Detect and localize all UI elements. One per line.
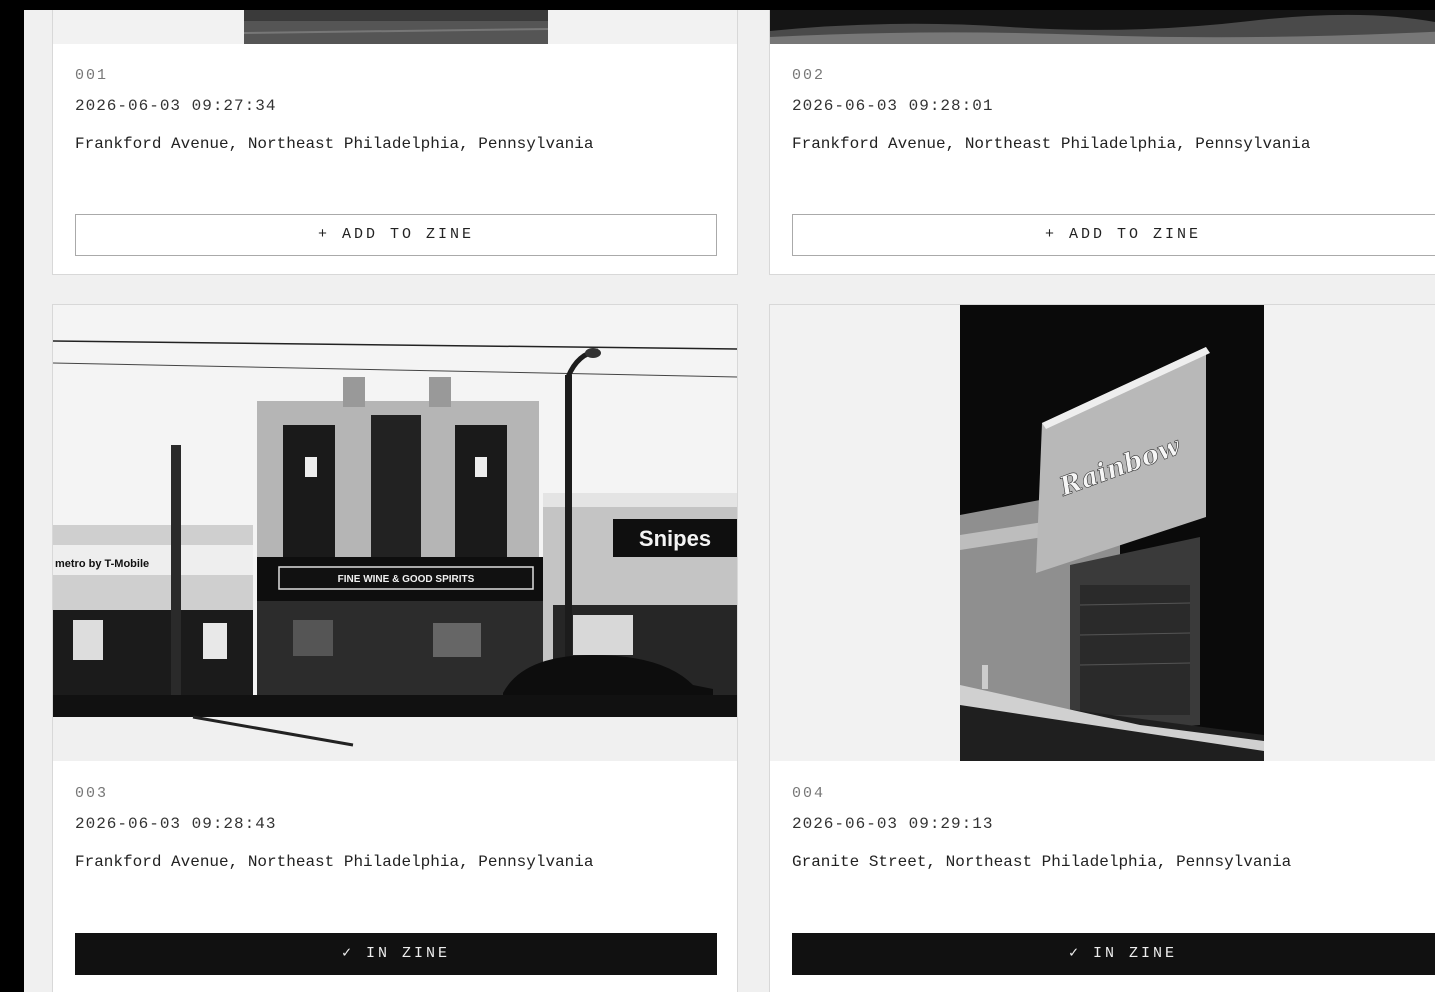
photo-thumbnail[interactable]: [770, 10, 1435, 44]
photo-number: 001: [75, 67, 109, 84]
plus-icon: +: [1044, 226, 1057, 243]
photo-number: 002: [792, 67, 826, 84]
photo-card: metro by T-Mobile FINE WINE & GOOD SPIRI…: [52, 304, 738, 992]
plus-icon: +: [317, 226, 330, 243]
button-label: IN ZINE: [366, 945, 451, 962]
photo-number: 004: [792, 785, 826, 802]
photo-timestamp: 2026-06-03 09:27:34: [75, 97, 277, 115]
photo-number: 003: [75, 785, 109, 802]
photo-thumbnail[interactable]: metro by T-Mobile FINE WINE & GOOD SPIRI…: [53, 305, 737, 761]
photo-timestamp: 2026-06-03 09:28:01: [792, 97, 994, 115]
store-sign-text: FINE WINE & GOOD SPIRITS: [338, 574, 475, 585]
photo-location: Frankford Avenue, Northeast Philadelphia…: [792, 135, 1311, 153]
in-zine-button[interactable]: ✓ IN ZINE: [75, 933, 717, 975]
photo-location: Frankford Avenue, Northeast Philadelphia…: [75, 853, 594, 871]
photo-card: 002 2026-06-03 09:28:01 Frankford Avenue…: [769, 10, 1435, 275]
photo-location: Frankford Avenue, Northeast Philadelphia…: [75, 135, 594, 153]
photo-thumbnail[interactable]: [53, 10, 737, 44]
checkmark-icon: ✓: [341, 945, 354, 962]
photo-card: 001 2026-06-03 09:27:34 Frankford Avenue…: [52, 10, 738, 275]
button-label: ADD TO ZINE: [341, 226, 475, 243]
in-zine-button[interactable]: ✓ IN ZINE: [792, 933, 1435, 975]
add-to-zine-button[interactable]: + ADD TO ZINE: [792, 214, 1435, 256]
snipes-sign-text: Snipes: [639, 526, 711, 551]
photo-timestamp: 2026-06-03 09:29:13: [792, 815, 994, 833]
add-to-zine-button[interactable]: + ADD TO ZINE: [75, 214, 717, 256]
photo-thumbnail[interactable]: Rainbow: [770, 305, 1435, 761]
photo-card: Rainbow 004 2026-06-03 09:29:13 Granite …: [769, 304, 1435, 992]
photo-grid: 001 2026-06-03 09:27:34 Frankford Avenue…: [24, 10, 1435, 992]
button-label: ADD TO ZINE: [1068, 226, 1202, 243]
metro-sign-text: metro by T-Mobile: [55, 558, 149, 570]
photo-location: Granite Street, Northeast Philadelphia, …: [792, 853, 1292, 871]
button-label: IN ZINE: [1093, 945, 1178, 962]
checkmark-icon: ✓: [1068, 945, 1081, 962]
photo-timestamp: 2026-06-03 09:28:43: [75, 815, 277, 833]
